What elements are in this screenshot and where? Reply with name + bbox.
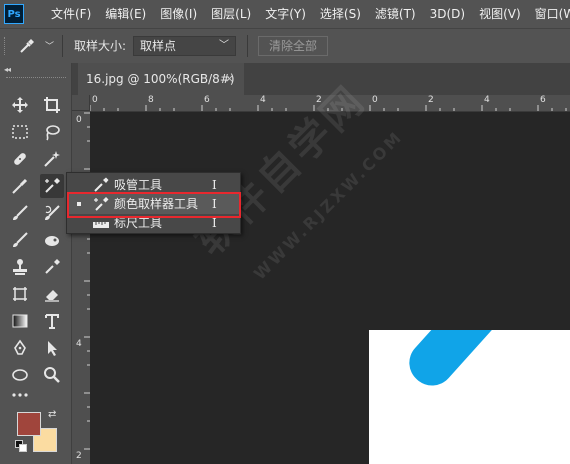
more-tools-icon[interactable] <box>8 383 32 407</box>
pen-tool-icon[interactable] <box>8 336 32 360</box>
ruler-tick-label: 6 <box>204 95 210 105</box>
marquee-tool-icon[interactable] <box>8 120 32 144</box>
menu-window[interactable]: 窗口(W <box>528 0 570 28</box>
artboard-tool-icon[interactable] <box>8 282 32 306</box>
menu-image[interactable]: 图像(I) <box>153 0 204 28</box>
ruler-tick-label: 2 <box>428 95 434 105</box>
chevron-down-icon: ﹀ <box>219 40 229 51</box>
collapse-panel-icon[interactable]: ◂◂ <box>4 65 11 74</box>
brush-tool-icon[interactable] <box>8 228 32 252</box>
gradient-tool-icon[interactable] <box>8 309 32 333</box>
tools-grip[interactable] <box>6 77 66 81</box>
lasso-tool-icon[interactable] <box>40 120 64 144</box>
menu-edit[interactable]: 编辑(E) <box>98 0 153 28</box>
swap-colors-icon[interactable]: ⇄ <box>48 409 56 420</box>
foreground-color-swatch[interactable] <box>17 412 41 436</box>
default-colors-icon[interactable] <box>15 440 27 452</box>
blur-tool-icon[interactable] <box>40 228 64 252</box>
ruler-tick-label: 4 <box>260 95 266 105</box>
menu-select[interactable]: 选择(S) <box>313 0 368 28</box>
path-selection-tool-icon[interactable] <box>40 336 64 360</box>
photoshop-logo: Ps <box>4 4 24 24</box>
clear-all-button[interactable]: 清除全部 <box>258 36 328 56</box>
sample-size-value: 取样点 <box>140 39 177 53</box>
options-separator <box>62 35 63 57</box>
vertical-ruler[interactable]: 0 6 4 2 <box>72 111 91 464</box>
crop-tool-icon[interactable] <box>40 93 64 117</box>
ruler-tick-label: 4 <box>76 339 82 349</box>
zoom-tool-icon[interactable] <box>40 363 64 387</box>
tools-panel: ◂◂ <box>0 63 72 464</box>
ruler-tick-label: 2 <box>76 451 82 461</box>
close-icon[interactable]: × <box>225 63 234 95</box>
menu-layer[interactable]: 图层(L) <box>204 0 258 28</box>
menu-view[interactable]: 视图(V) <box>472 0 528 28</box>
spot-healing-tool-icon[interactable] <box>8 147 32 171</box>
tool-preset-chevron-icon[interactable]: ﹀ <box>45 39 54 52</box>
menu-file[interactable]: 文件(F) <box>44 0 98 28</box>
ruler-tick-label: 8 <box>148 95 154 105</box>
ruler-tick-label: 0 <box>76 115 82 125</box>
brush-tool-icon[interactable] <box>8 201 32 225</box>
ruler-origin[interactable] <box>72 95 90 111</box>
options-grip[interactable] <box>4 37 8 55</box>
history-brush-tool-icon[interactable] <box>40 201 64 225</box>
color-sampler-tool-icon[interactable] <box>40 174 64 198</box>
menu-type[interactable]: 文字(Y) <box>258 0 313 28</box>
blue-brush-stroke <box>400 330 570 395</box>
pen-eyedropper-group-icon[interactable] <box>8 174 32 198</box>
ruler-tick-label: 0 <box>92 95 98 105</box>
menu-3d[interactable]: 3D(D) <box>423 0 472 28</box>
ruler-tick-label: 0 <box>372 95 378 105</box>
document-tab-title: 16.jpg @ 100%(RGB/8#) <box>86 72 235 86</box>
menu-filter[interactable]: 滤镜(T) <box>368 0 423 28</box>
move-tool-icon[interactable] <box>8 93 32 117</box>
options-bar: ﹀ 取样大小: 取样点 ﹀ 清除全部 <box>0 28 570 63</box>
options-separator <box>247 35 248 57</box>
ruler-tick-label: 6 <box>540 95 546 105</box>
highlight-annotation <box>67 192 241 218</box>
eyedropper-icon[interactable] <box>40 255 64 279</box>
sample-size-label: 取样大小: <box>74 39 127 53</box>
ruler-tick-label: 4 <box>484 95 490 105</box>
menu-bar: Ps 文件(F) 编辑(E) 图像(I) 图层(L) 文字(Y) 选择(S) 滤… <box>0 0 570 28</box>
clone-stamp-tool-icon[interactable] <box>8 255 32 279</box>
eraser-tool-icon[interactable] <box>40 282 64 306</box>
type-tool-icon[interactable] <box>40 309 64 333</box>
sample-size-select[interactable]: 取样点 ﹀ <box>133 36 236 56</box>
eyedropper-icon[interactable] <box>18 37 36 55</box>
menu-items: 文件(F) 编辑(E) 图像(I) 图层(L) 文字(Y) 选择(S) 滤镜(T… <box>44 0 570 28</box>
image-content[interactable] <box>369 330 570 464</box>
eyedropper-icon <box>93 177 109 193</box>
magic-wand-tool-icon[interactable] <box>40 147 64 171</box>
document-tab[interactable]: 16.jpg @ 100%(RGB/8#) × <box>78 63 244 95</box>
